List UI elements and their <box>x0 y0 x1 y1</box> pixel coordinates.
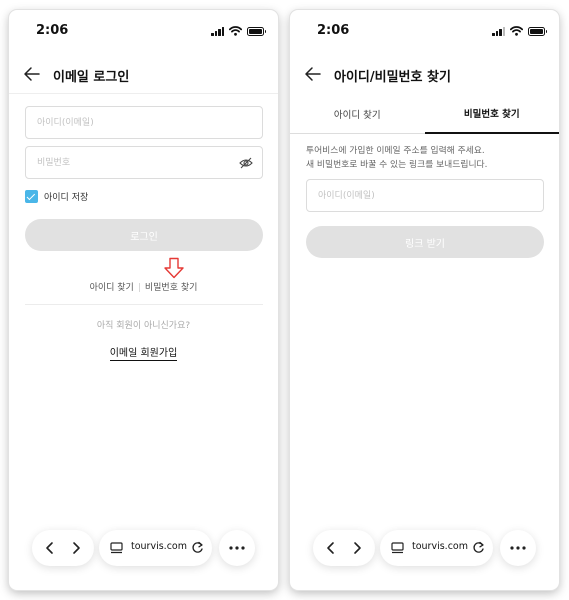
status-bar: 2:06 <box>290 10 559 54</box>
find-tabs: 아이디 찾기 비밀번호 찾기 <box>290 94 559 134</box>
email-field[interactable] <box>25 106 263 139</box>
annotation-arrow-icon <box>164 257 184 279</box>
browser-forward-icon[interactable] <box>350 541 364 555</box>
browser-url-bar[interactable]: tourvis.com <box>380 530 493 566</box>
battery-icon <box>247 26 266 36</box>
status-time: 2:06 <box>317 23 350 38</box>
nav-header: 이메일 로그인 <box>9 54 278 94</box>
browser-more-button[interactable] <box>500 530 536 566</box>
find-links: 아이디 찾기 | 비밀번호 찾기 <box>9 280 278 293</box>
more-dots-icon <box>510 546 526 550</box>
page-title: 이메일 로그인 <box>53 70 130 85</box>
reload-icon[interactable] <box>472 541 485 554</box>
url-text: tourvis.com <box>131 541 187 552</box>
signup-question: 아직 회원이 아니신가요? <box>96 321 191 331</box>
signup-link-row: 이메일 회원가입 <box>9 344 278 361</box>
back-arrow-icon[interactable] <box>304 65 322 83</box>
page-menu-icon[interactable] <box>391 542 404 554</box>
find-password-link[interactable]: 비밀번호 찾기 <box>145 283 198 293</box>
email-input[interactable] <box>307 180 543 211</box>
status-icons <box>211 26 266 36</box>
browser-back-icon[interactable] <box>324 541 338 555</box>
remember-id-checkbox[interactable] <box>25 190 38 203</box>
password-field[interactable] <box>25 146 263 179</box>
remember-id-label: 아이디 저장 <box>44 193 89 203</box>
find-password-description: 투어비스에 가입한 이메일 주소를 입력해 주세요. 새 비밀번호로 바꿀 수 … <box>306 144 487 172</box>
password-input[interactable] <box>26 147 262 178</box>
find-id-link[interactable]: 아이디 찾기 <box>90 283 134 293</box>
nav-header: 아이디/비밀번호 찾기 <box>290 54 559 94</box>
browser-url-bar[interactable]: tourvis.com <box>99 530 212 566</box>
wifi-icon <box>229 26 242 36</box>
email-signup-link[interactable]: 이메일 회원가입 <box>109 348 178 361</box>
description-line-2: 새 비밀번호로 바꿀 수 있는 링크를 보내드립니다. <box>306 160 488 170</box>
battery-icon <box>528 26 547 36</box>
status-bar: 2:06 <box>9 10 278 54</box>
browser-toolbar: tourvis.com <box>290 526 559 570</box>
url-text: tourvis.com <box>412 541 468 552</box>
browser-toolbar: tourvis.com <box>9 526 278 570</box>
page-menu-icon[interactable] <box>110 542 123 554</box>
eye-off-icon[interactable] <box>239 156 253 170</box>
page-title: 아이디/비밀번호 찾기 <box>334 70 451 85</box>
divider <box>25 304 263 305</box>
browser-nav-group <box>313 530 375 566</box>
cellular-signal-icon <box>211 26 224 36</box>
tab-find-password[interactable]: 비밀번호 찾기 <box>424 94 559 134</box>
wifi-icon <box>510 26 523 36</box>
cellular-signal-icon <box>492 26 505 36</box>
login-screen: 2:06 이메일 로그인 아이디 저장 로그인 <box>9 10 278 590</box>
remember-id-row[interactable]: 아이디 저장 <box>25 190 88 203</box>
status-time: 2:06 <box>36 23 69 38</box>
browser-nav-group <box>32 530 94 566</box>
browser-back-icon[interactable] <box>43 541 57 555</box>
get-link-button[interactable]: 링크 받기 <box>306 226 544 258</box>
status-icons <box>492 26 547 36</box>
link-separator: | <box>137 283 141 293</box>
browser-more-button[interactable] <box>219 530 255 566</box>
description-line-1: 투어비스에 가입한 이메일 주소를 입력해 주세요. <box>306 146 485 156</box>
browser-forward-icon[interactable] <box>69 541 83 555</box>
email-input[interactable] <box>26 107 262 138</box>
tab-find-id[interactable]: 아이디 찾기 <box>290 94 425 134</box>
back-arrow-icon[interactable] <box>23 65 41 83</box>
email-field[interactable] <box>306 179 544 212</box>
reload-icon[interactable] <box>191 541 204 554</box>
find-account-screen: 2:06 아이디/비밀번호 찾기 아이디 찾기 비밀번호 찾기 투어비스에 가입… <box>290 10 559 590</box>
more-dots-icon <box>229 546 245 550</box>
login-button[interactable]: 로그인 <box>25 219 263 251</box>
